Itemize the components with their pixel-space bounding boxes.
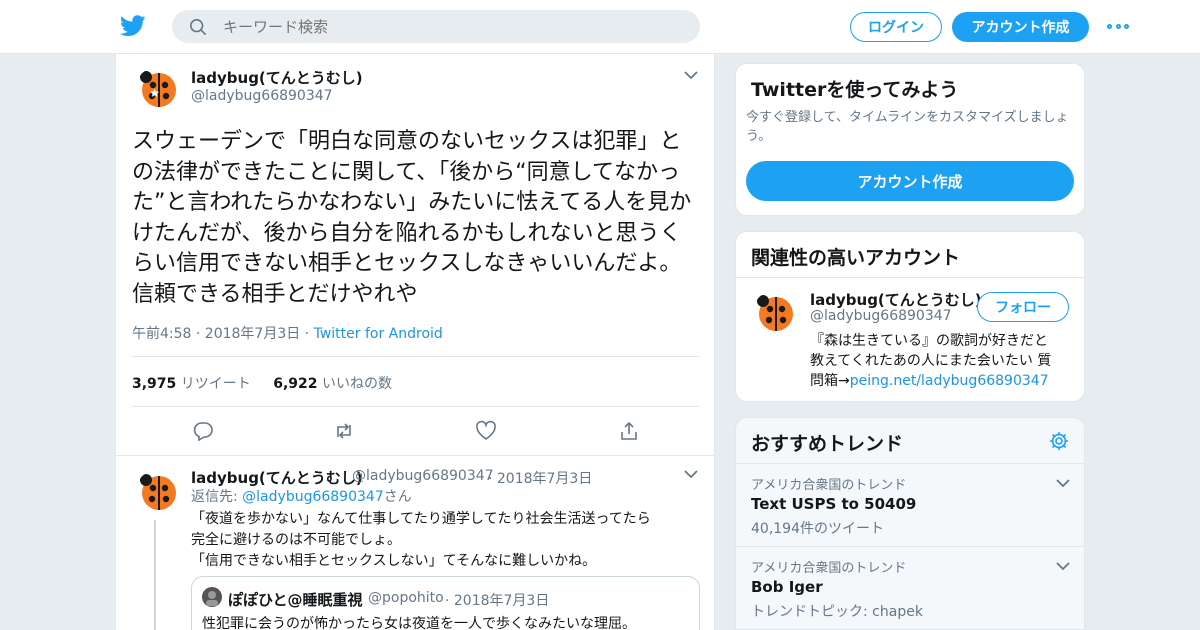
trends-card-title: おすすめトレンド: [751, 433, 904, 455]
related-card-title: 関連性の高いアカウント: [751, 247, 961, 269]
trend-topic: トレンドトピック: chapek: [751, 604, 923, 620]
retweet-icon[interactable]: [333, 420, 355, 442]
sidebar-signup-button[interactable]: アカウント作成: [746, 161, 1074, 201]
related-account-handle[interactable]: @ladybug66890347: [810, 308, 952, 324]
signup-card-subtitle: う。: [746, 129, 772, 144]
related-account-bio: 問箱→peing.net/ladybug66890347: [810, 371, 1049, 391]
chevron-down-icon[interactable]: [1056, 561, 1070, 571]
search-input[interactable]: [223, 17, 663, 36]
like-label: いいねの数: [321, 376, 392, 392]
related-account-bio: 教えてくれたあの人にまた会いたい 質: [810, 353, 1052, 369]
quoted-text: 性犯罪に会うのが怖かったら女は夜道を一人で歩くなみたいな理屈。: [202, 616, 636, 630]
search-icon: [189, 18, 207, 35]
trend-item[interactable]: アメリカ合衆国のトレンド Text USPS to 50409 40,194件の…: [736, 464, 1084, 546]
ladybug-avatar[interactable]: [136, 67, 178, 109]
search-bar[interactable]: [172, 10, 700, 43]
chevron-down-icon[interactable]: [684, 70, 698, 80]
related-account-bio: 『森は生きている』の歌詞が好きだと: [810, 333, 1048, 349]
like-count[interactable]: 6,922 いいねの数: [273, 376, 392, 392]
signup-button[interactable]: アカウント作成: [952, 12, 1089, 42]
reply-icon[interactable]: [192, 420, 214, 442]
tweet-actions: [116, 420, 716, 442]
divider: [736, 277, 1084, 278]
quoted-author-name: ぽぽひと@睡眠重視: [228, 591, 363, 609]
quoted-tweet[interactable]: ぽぽひと@睡眠重視 @popohito · 2018年7月3日 性犯罪に会うのが…: [191, 576, 700, 630]
login-button[interactable]: ログイン: [850, 12, 942, 42]
signup-prompt-card: Twitterを使ってみよう 今すぐ登録して、タイムラインをカスタマイズしましょ…: [735, 63, 1085, 216]
ladybug-avatar[interactable]: [753, 291, 795, 333]
author-handle[interactable]: @ladybug66890347: [191, 88, 333, 104]
twitter-bird-icon[interactable]: [120, 14, 146, 38]
gear-icon[interactable]: [1049, 431, 1069, 451]
chevron-down-icon[interactable]: [684, 469, 698, 479]
retweet-number: 3,975: [132, 376, 177, 392]
like-heart-icon[interactable]: [475, 420, 497, 442]
related-accounts-card: 関連性の高いアカウント ladybug(てんとうむし) @ladybug6689…: [735, 231, 1085, 402]
trend-tweet-count: 40,194件のツイート: [751, 521, 884, 537]
tweet-column: ladybug(てんとうむし) @ladybug66890347 スウェーデンで…: [115, 54, 715, 630]
tweet-timestamp[interactable]: 午前4:58 · 2018年7月3日 · Twitter for Android: [132, 323, 443, 343]
tweet-stats: 3,975 リツイート 6,922 いいねの数: [132, 373, 392, 393]
thread-line: [154, 520, 156, 630]
share-icon[interactable]: [618, 420, 640, 442]
divider: [132, 356, 700, 357]
trend-name[interactable]: Text USPS to 50409: [751, 495, 916, 513]
trend-category: アメリカ合衆国のトレンド: [751, 478, 907, 493]
chevron-down-icon[interactable]: [1056, 478, 1070, 488]
divider: [132, 406, 700, 407]
author-name[interactable]: ladybug(てんとうむし): [191, 67, 363, 88]
reply-text-line: 完全に避けるのは不可能でしょ。: [191, 532, 401, 548]
tweet-text: スウェーデンで「明白な同意のないセックスは犯罪」との法律ができたことに関して、「…: [132, 129, 692, 307]
bio-prefix: 問箱→: [810, 373, 850, 389]
quoted-author-avatar: [202, 587, 222, 607]
reply-to-suffix: さん: [383, 489, 412, 505]
reply-to-line: 返信先: @ladybug66890347さん: [191, 487, 412, 508]
bio-link[interactable]: peing.net/ladybug66890347: [850, 373, 1049, 389]
meta-separator: ·: [300, 326, 314, 342]
tweet-source-link[interactable]: Twitter for Android: [314, 326, 443, 342]
tweet-time[interactable]: 午前4:58 · 2018年7月3日: [132, 326, 300, 342]
top-navigation-bar: ログイン アカウント作成: [0, 0, 1200, 54]
reply-author-name[interactable]: ladybug(てんとうむし): [191, 467, 363, 488]
reply-date[interactable]: · 2018年7月3日: [488, 468, 592, 488]
signup-card-subtitle: 今すぐ登録して、タイムラインをカスタマイズしましょ: [746, 110, 1069, 125]
retweet-label: リツイート: [180, 376, 251, 392]
trend-category: アメリカ合衆国のトレンド: [751, 561, 907, 576]
quoted-date: · 2018年7月3日: [445, 593, 550, 609]
signup-card-title: Twitterを使ってみよう: [751, 79, 959, 101]
reply-author-handle[interactable]: @ladybug66890347: [352, 468, 494, 484]
reply-to-prefix: 返信先:: [191, 489, 243, 505]
like-number: 6,922: [273, 376, 318, 392]
trend-name[interactable]: Bob Iger: [751, 578, 823, 596]
related-account-name[interactable]: ladybug(てんとうむし): [810, 289, 982, 310]
ladybug-avatar[interactable]: [136, 470, 178, 512]
more-options-icon[interactable]: [1107, 20, 1129, 32]
quoted-author-handle: @popohito: [368, 590, 444, 606]
reply-text-line: 「信用できない相手とセックスしない」てそんなに難しいかね。: [191, 553, 597, 569]
reply-to-handle-link[interactable]: @ladybug66890347: [242, 489, 384, 505]
retweet-count[interactable]: 3,975 リツイート: [132, 376, 251, 392]
trends-card: おすすめトレンド アメリカ合衆国のトレンド Text USPS to 50409…: [735, 417, 1085, 630]
follow-button[interactable]: フォロー: [977, 292, 1069, 322]
reply-text-line: 「夜道を歩かない」なんて仕事してたり通学してたり社会生活送ってたら: [191, 511, 651, 527]
trend-item[interactable]: アメリカ合衆国のトレンド Bob Iger トレンドトピック: chapek: [736, 547, 1084, 629]
divider: [116, 455, 714, 456]
